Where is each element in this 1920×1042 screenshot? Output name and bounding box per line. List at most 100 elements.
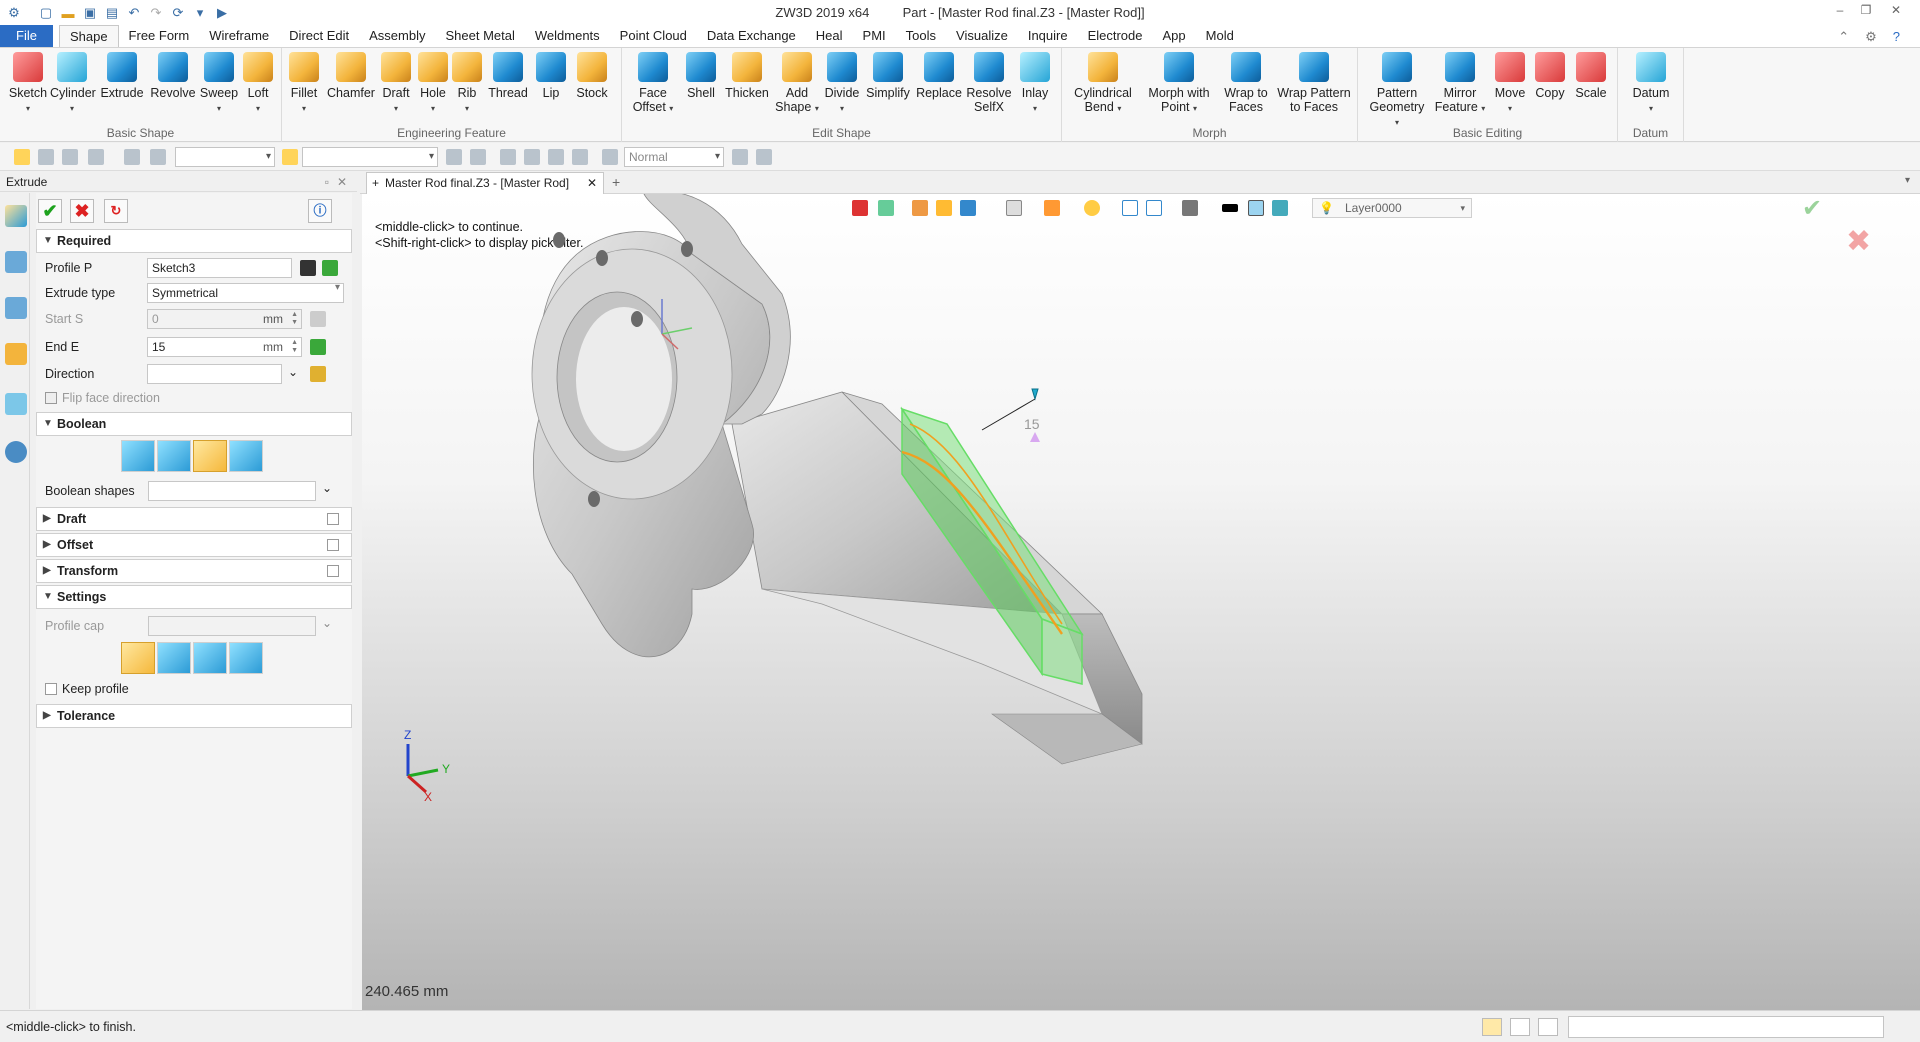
ok-button[interactable]: ✔ bbox=[38, 199, 62, 223]
render-mode-icon[interactable] bbox=[602, 149, 618, 165]
pick-face-icon[interactable] bbox=[88, 149, 104, 165]
tab-wireframe[interactable]: Wireframe bbox=[199, 25, 279, 47]
visual-manager-icon[interactable] bbox=[5, 393, 27, 415]
chamfer-button[interactable]: Chamfer bbox=[326, 52, 376, 100]
tab-shape[interactable]: Shape bbox=[58, 25, 119, 47]
direction-pick-icon[interactable] bbox=[310, 366, 326, 382]
offset-enable-checkbox[interactable] bbox=[327, 539, 339, 551]
section-boolean[interactable]: ▼ Boolean bbox=[36, 412, 352, 436]
tab-point-cloud[interactable]: Point Cloud bbox=[610, 25, 697, 47]
print-icon[interactable]: ▤ bbox=[104, 5, 120, 21]
undo-icon[interactable]: ↶ bbox=[126, 5, 142, 21]
document-tab[interactable]: + Master Rod final.Z3 - [Master Rod] ✕ bbox=[366, 172, 604, 194]
tab-tools[interactable]: Tools bbox=[896, 25, 946, 47]
thicken-button[interactable]: Thicken bbox=[724, 52, 770, 100]
direction-field[interactable] bbox=[147, 364, 282, 384]
datum-button[interactable]: Datum ▾ bbox=[1626, 52, 1676, 116]
part-icon[interactable] bbox=[5, 343, 27, 365]
hole-button[interactable]: Hole ▾ bbox=[416, 52, 450, 116]
cap-none-icon[interactable] bbox=[121, 642, 155, 674]
tab-heal[interactable]: Heal bbox=[806, 25, 853, 47]
section-required[interactable]: ▼ Required bbox=[36, 229, 352, 253]
pick-line-icon[interactable] bbox=[62, 149, 78, 165]
thread-button[interactable]: Thread bbox=[486, 52, 530, 100]
info-button[interactable]: ⓘ bbox=[308, 199, 332, 223]
history-icon[interactable] bbox=[5, 251, 27, 273]
drag-handle-down-icon[interactable] bbox=[1030, 432, 1040, 442]
new-tab-icon[interactable]: + bbox=[612, 174, 620, 190]
end-input[interactable]: 15 mm ▲ ▼ bbox=[147, 337, 302, 357]
boolean-shapes-field[interactable] bbox=[148, 481, 316, 501]
replace-button[interactable]: Replace bbox=[916, 52, 962, 100]
section-offset[interactable]: ▶ Offset bbox=[36, 533, 352, 557]
lip-button[interactable]: Lip bbox=[534, 52, 568, 100]
cancel-button[interactable]: ✖ bbox=[70, 199, 94, 223]
wrap-pattern-button[interactable]: Wrap Pattern to Faces bbox=[1276, 52, 1352, 114]
start-input[interactable]: 0 mm ▲ ▼ bbox=[147, 309, 302, 329]
tab-weldments[interactable]: Weldments bbox=[525, 25, 610, 47]
feature-manager-icon[interactable] bbox=[5, 205, 27, 227]
copy-button[interactable]: Copy bbox=[1532, 52, 1568, 100]
tab-direct-edit[interactable]: Direct Edit bbox=[279, 25, 359, 47]
snap-icon-2[interactable] bbox=[470, 149, 486, 165]
fillet-button[interactable]: Fillet ▾ bbox=[284, 52, 324, 116]
tab-pmi[interactable]: PMI bbox=[853, 25, 896, 47]
command-input[interactable] bbox=[1568, 1016, 1884, 1038]
face-offset-button[interactable]: Face Offset ▾ bbox=[630, 52, 676, 116]
cylinder-button[interactable]: Cylinder ▾ bbox=[50, 52, 96, 116]
document-tab-close-icon[interactable]: ✕ bbox=[587, 173, 597, 193]
tab-inquire[interactable]: Inquire bbox=[1018, 25, 1078, 47]
boolean-remove-icon[interactable] bbox=[193, 440, 227, 472]
loft-button[interactable]: Loft ▾ bbox=[240, 52, 276, 116]
pick-shape-icon[interactable] bbox=[124, 149, 140, 165]
snap-icon-1[interactable] bbox=[446, 149, 462, 165]
render-mode-combo[interactable]: Normal bbox=[624, 147, 724, 167]
ribbon-minimize-icon[interactable]: – bbox=[1830, 3, 1850, 21]
apply-button[interactable]: ↻ bbox=[104, 199, 128, 223]
settings-gear-icon[interactable]: ⚙ bbox=[1865, 29, 1877, 45]
profile-field[interactable]: Sketch3 bbox=[147, 258, 292, 278]
direction-expand-icon[interactable]: ⌄ bbox=[288, 365, 298, 379]
section-settings[interactable]: ▼ Settings bbox=[36, 585, 352, 609]
profile-pick-icon[interactable] bbox=[322, 260, 338, 276]
end-options-icon[interactable] bbox=[310, 339, 326, 355]
tab-assembly[interactable]: Assembly bbox=[359, 25, 435, 47]
user-icon[interactable] bbox=[5, 441, 27, 463]
layer-filter-combo[interactable] bbox=[302, 147, 438, 167]
scale-button[interactable]: Scale bbox=[1572, 52, 1610, 100]
snap-icon-4[interactable] bbox=[524, 149, 540, 165]
section-tolerance[interactable]: ▶ Tolerance bbox=[36, 704, 352, 728]
regen-icon[interactable]: ⟳ bbox=[170, 5, 186, 21]
cylindrical-bend-button[interactable]: Cylindrical Bend ▾ bbox=[1070, 52, 1136, 116]
boolean-shapes-expand-icon[interactable]: ⌄ bbox=[322, 481, 332, 495]
part-model[interactable] bbox=[362, 194, 1920, 1010]
resolve-selfx-button[interactable]: Resolve SelfX bbox=[966, 52, 1012, 114]
pattern-geometry-button[interactable]: Pattern Geometry ▾ bbox=[1366, 52, 1428, 130]
pick-point-icon[interactable] bbox=[38, 149, 54, 165]
tab-data-exchange[interactable]: Data Exchange bbox=[697, 25, 806, 47]
rib-button[interactable]: Rib ▾ bbox=[452, 52, 482, 116]
status-tree-icon[interactable] bbox=[1482, 1018, 1502, 1036]
status-display-icon[interactable] bbox=[1510, 1018, 1530, 1036]
tab-visualize[interactable]: Visualize bbox=[946, 25, 1018, 47]
profile-cap-expand-icon[interactable]: ⌄ bbox=[322, 616, 332, 630]
pick-arrow-icon[interactable] bbox=[14, 149, 30, 165]
options-icon[interactable] bbox=[756, 149, 772, 165]
boolean-base-icon[interactable] bbox=[121, 440, 155, 472]
snap-icon-3[interactable] bbox=[500, 149, 516, 165]
simplify-button[interactable]: Simplify bbox=[864, 52, 912, 100]
extrude-type-select[interactable]: Symmetrical ▾ bbox=[147, 283, 344, 303]
profile-sketch-icon[interactable] bbox=[300, 260, 316, 276]
close-icon[interactable]: ✕ bbox=[1886, 3, 1906, 21]
boolean-add-icon[interactable] bbox=[157, 440, 191, 472]
tab-sheet-metal[interactable]: Sheet Metal bbox=[436, 25, 525, 47]
layer-filter-icon[interactable] bbox=[282, 149, 298, 165]
help-icon[interactable]: ? bbox=[1893, 29, 1900, 45]
transform-enable-checkbox[interactable] bbox=[327, 565, 339, 577]
redo-icon[interactable]: ↷ bbox=[148, 5, 164, 21]
open-folder-icon[interactable]: ▬ bbox=[60, 5, 76, 21]
section-transform[interactable]: ▶ Transform bbox=[36, 559, 352, 583]
draft-enable-checkbox[interactable] bbox=[327, 513, 339, 525]
filter-icon[interactable] bbox=[150, 149, 166, 165]
tab-list-icon[interactable]: ▾ bbox=[1905, 175, 1910, 186]
